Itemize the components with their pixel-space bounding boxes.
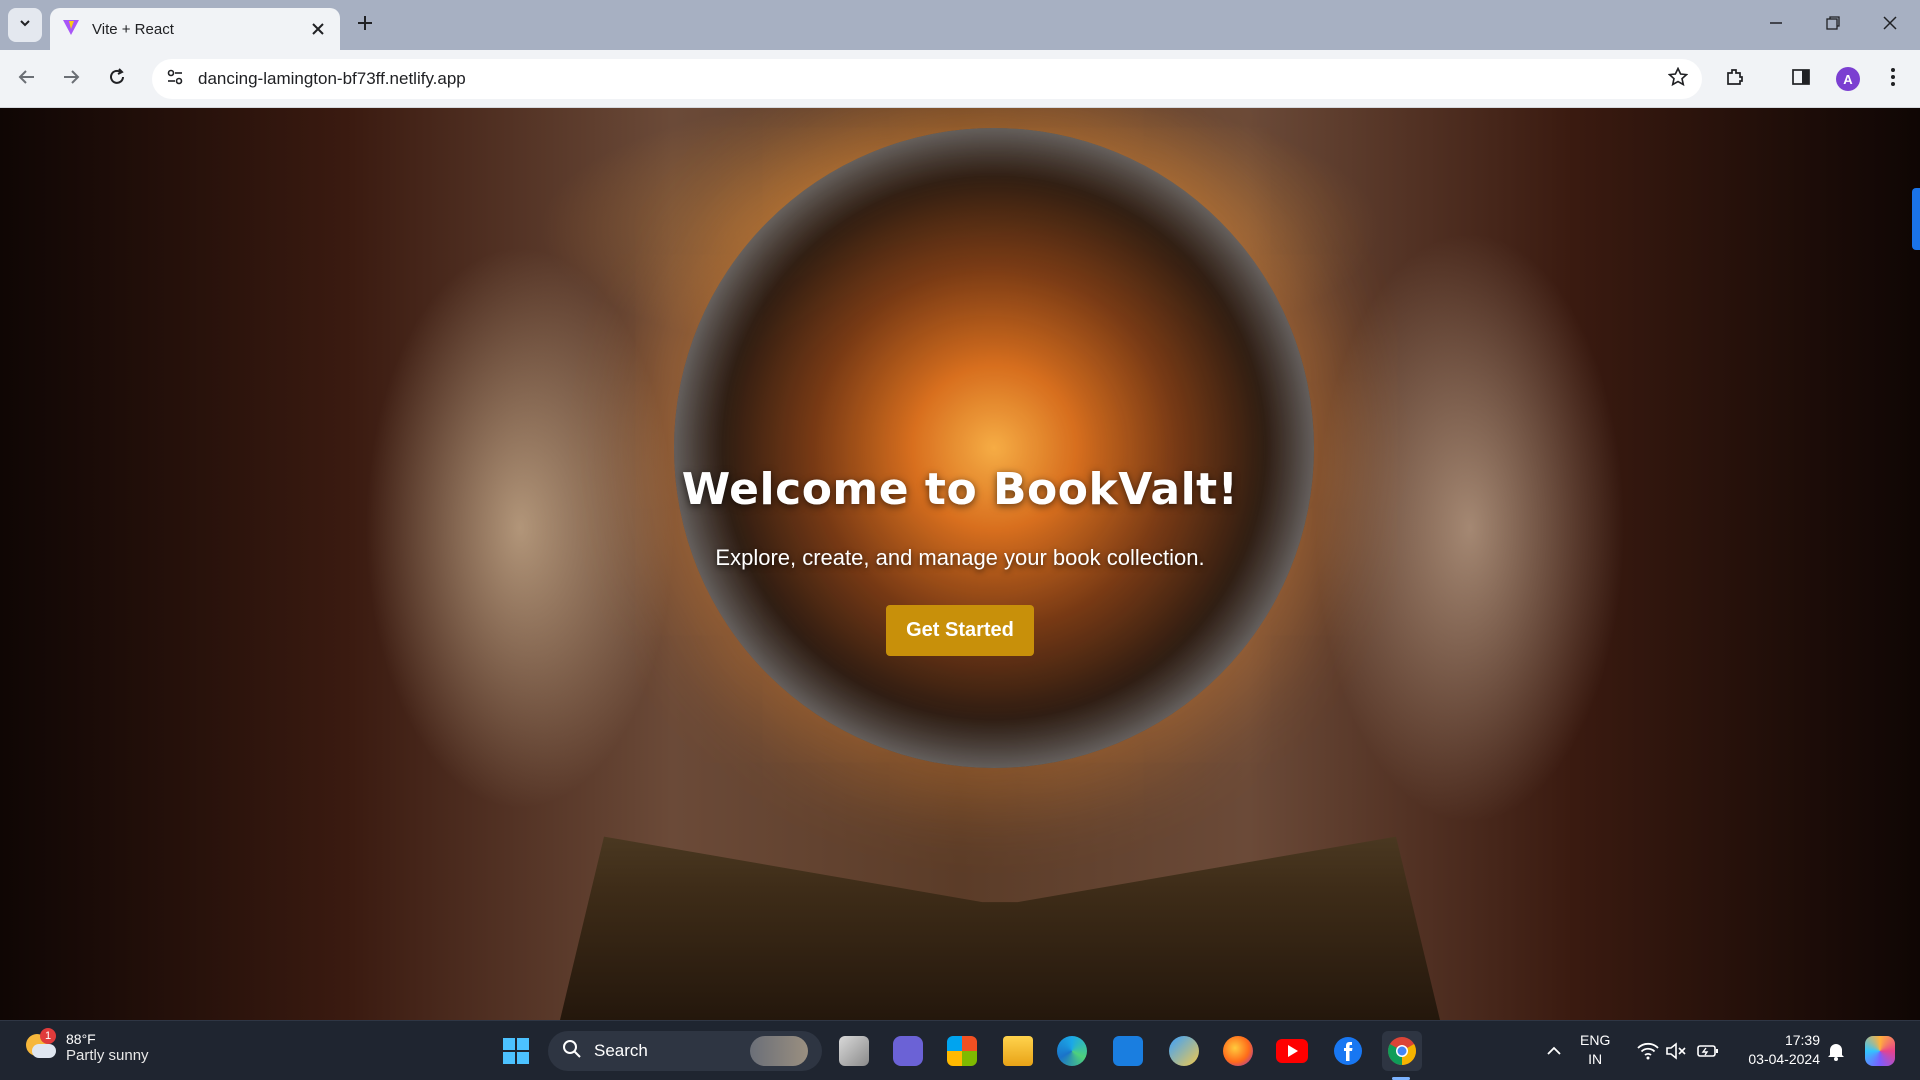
taskbar-search-box[interactable]: Search: [548, 1031, 822, 1071]
get-started-button[interactable]: Get Started: [886, 605, 1034, 656]
forward-button[interactable]: [54, 62, 88, 96]
weather-badge: 1: [40, 1027, 56, 1044]
new-tab-button[interactable]: [350, 10, 380, 40]
chevron-up-icon[interactable]: [1534, 1031, 1574, 1071]
star-icon[interactable]: [1667, 66, 1689, 92]
youtube-icon[interactable]: [1272, 1031, 1312, 1071]
browser-toolbar: dancing-lamington-bf73ff.netlify.app A: [0, 50, 1920, 108]
lang-region: IN: [1588, 1051, 1603, 1067]
profile-button[interactable]: A: [1831, 62, 1865, 96]
restore-icon: [1826, 15, 1840, 35]
clock-date: 03-04-2024: [1748, 1051, 1820, 1067]
system-clock[interactable]: 17:39 03-04-2024: [1736, 1031, 1820, 1069]
reload-button[interactable]: [100, 62, 134, 96]
minimize-icon: [1769, 16, 1783, 35]
reload-icon: [108, 67, 126, 91]
landing-page: Welcome to BookValt! Explore, create, an…: [0, 108, 1920, 1020]
tab-search-button[interactable]: [8, 8, 42, 42]
extensions-button[interactable]: [1718, 62, 1752, 96]
search-label: Search: [594, 1041, 648, 1060]
minimize-button[interactable]: [1748, 0, 1804, 50]
weather-desc: Partly sunny: [66, 1047, 149, 1064]
window-close-button[interactable]: [1862, 0, 1918, 50]
address-bar[interactable]: dancing-lamington-bf73ff.netlify.app: [152, 59, 1702, 99]
hero-section: Welcome to BookValt! Explore, create, an…: [0, 108, 1920, 1020]
search-highlight-image: [750, 1036, 808, 1066]
edge-icon[interactable]: [1052, 1031, 1092, 1071]
file-explorer-icon[interactable]: [998, 1031, 1038, 1071]
url-text[interactable]: dancing-lamington-bf73ff.netlify.app: [198, 69, 1668, 89]
browser-tab-bar: Vite + React: [0, 0, 1920, 50]
extensions-icon: [1725, 67, 1745, 92]
chatgpt-icon[interactable]: [1164, 1031, 1204, 1071]
store-icon[interactable]: [942, 1031, 982, 1071]
clock-time: 17:39: [1784, 1032, 1820, 1048]
restore-button[interactable]: [1805, 0, 1861, 50]
firefox-icon[interactable]: [1218, 1031, 1258, 1071]
browser-tab[interactable]: Vite + React: [50, 8, 340, 50]
chrome-icon[interactable]: [1382, 1031, 1422, 1071]
forward-icon: [62, 68, 80, 91]
weather-widget[interactable]: 1 88°F Partly sunny: [22, 1027, 149, 1064]
teams-icon[interactable]: [888, 1031, 928, 1071]
browser-menu-button[interactable]: [1876, 62, 1910, 96]
lang-code: ENG: [1580, 1032, 1611, 1048]
vite-logo-icon: [62, 18, 80, 41]
sidepanel-icon: [1791, 67, 1811, 92]
facebook-icon[interactable]: [1328, 1031, 1368, 1071]
weather-icon: 1: [22, 1027, 56, 1064]
search-icon: [562, 1039, 582, 1064]
close-icon[interactable]: [308, 19, 328, 39]
close-icon: [1883, 15, 1897, 35]
back-icon: [18, 68, 36, 91]
myhp-icon[interactable]: [1108, 1031, 1148, 1071]
tab-title: Vite + React: [92, 20, 174, 38]
plus-icon: [357, 15, 373, 36]
windows-start-icon[interactable]: [496, 1031, 536, 1071]
page-subtitle: Explore, create, and manage your book co…: [715, 545, 1205, 570]
windows-taskbar: 1 88°F Partly sunny Search ENG IN 17:39 …: [0, 1020, 1920, 1080]
bell-icon[interactable]: [1816, 1031, 1856, 1071]
language-indicator[interactable]: ENG IN: [1580, 1031, 1610, 1069]
page-title: Welcome to BookValt!: [681, 464, 1239, 515]
avatar: A: [1836, 67, 1860, 91]
copilot-icon[interactable]: [1860, 1031, 1900, 1071]
back-button[interactable]: [10, 62, 44, 96]
menu-icon: [1890, 67, 1896, 92]
weather-temp: 88°F: [66, 1031, 96, 1047]
battery-icon[interactable]: [1688, 1031, 1728, 1071]
task-view-icon[interactable]: [834, 1031, 874, 1071]
site-info-icon[interactable]: [166, 68, 184, 91]
side-panel-button[interactable]: [1784, 62, 1818, 96]
tab-search-icon: [18, 16, 32, 35]
